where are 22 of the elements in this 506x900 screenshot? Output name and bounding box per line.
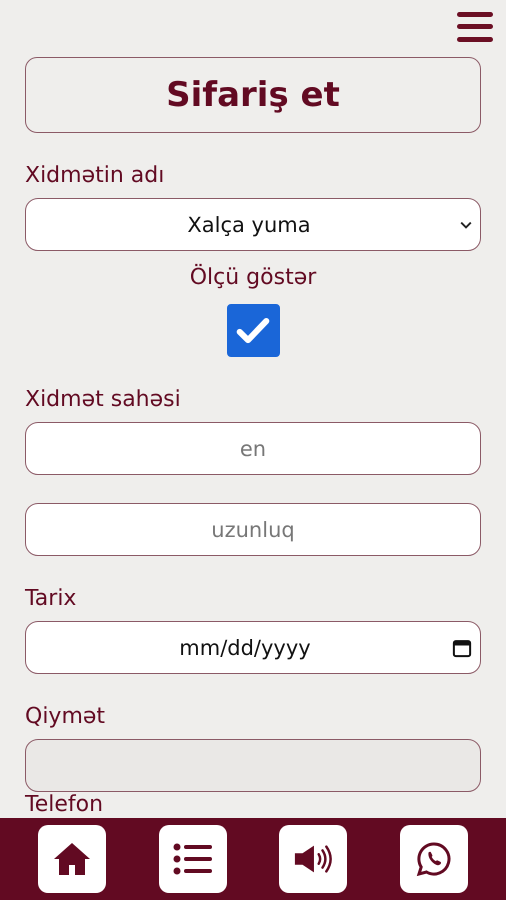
menu-icon[interactable] [457, 10, 493, 44]
calendar-icon [452, 638, 472, 658]
size-checkbox[interactable] [226, 304, 280, 357]
list-icon [172, 841, 213, 877]
list-button[interactable] [158, 825, 227, 893]
field-label: Telefon [25, 793, 104, 817]
page-title: Sifariş et [25, 57, 481, 133]
field-label: Xidmət sahəsi [25, 387, 182, 412]
price-field[interactable] [25, 739, 481, 792]
field-label: Xidmətin adı [25, 163, 166, 188]
home-button[interactable] [38, 825, 106, 893]
input-field[interactable]: uzunluq [25, 503, 481, 556]
field-label: Tarix [25, 586, 78, 611]
date-field[interactable]: mm/dd/yyyy [25, 621, 481, 674]
field-label: Qiymət [25, 704, 106, 729]
whatsapp-button[interactable] [400, 825, 468, 893]
input-field[interactable]: en [25, 422, 481, 475]
speaker-button[interactable] [279, 825, 348, 893]
checkbox-label: Ölçü göstər [188, 265, 318, 290]
service-select[interactable]: Xalça yuma [25, 198, 481, 251]
chevron-down-icon [460, 220, 472, 228]
home-icon [52, 841, 92, 877]
